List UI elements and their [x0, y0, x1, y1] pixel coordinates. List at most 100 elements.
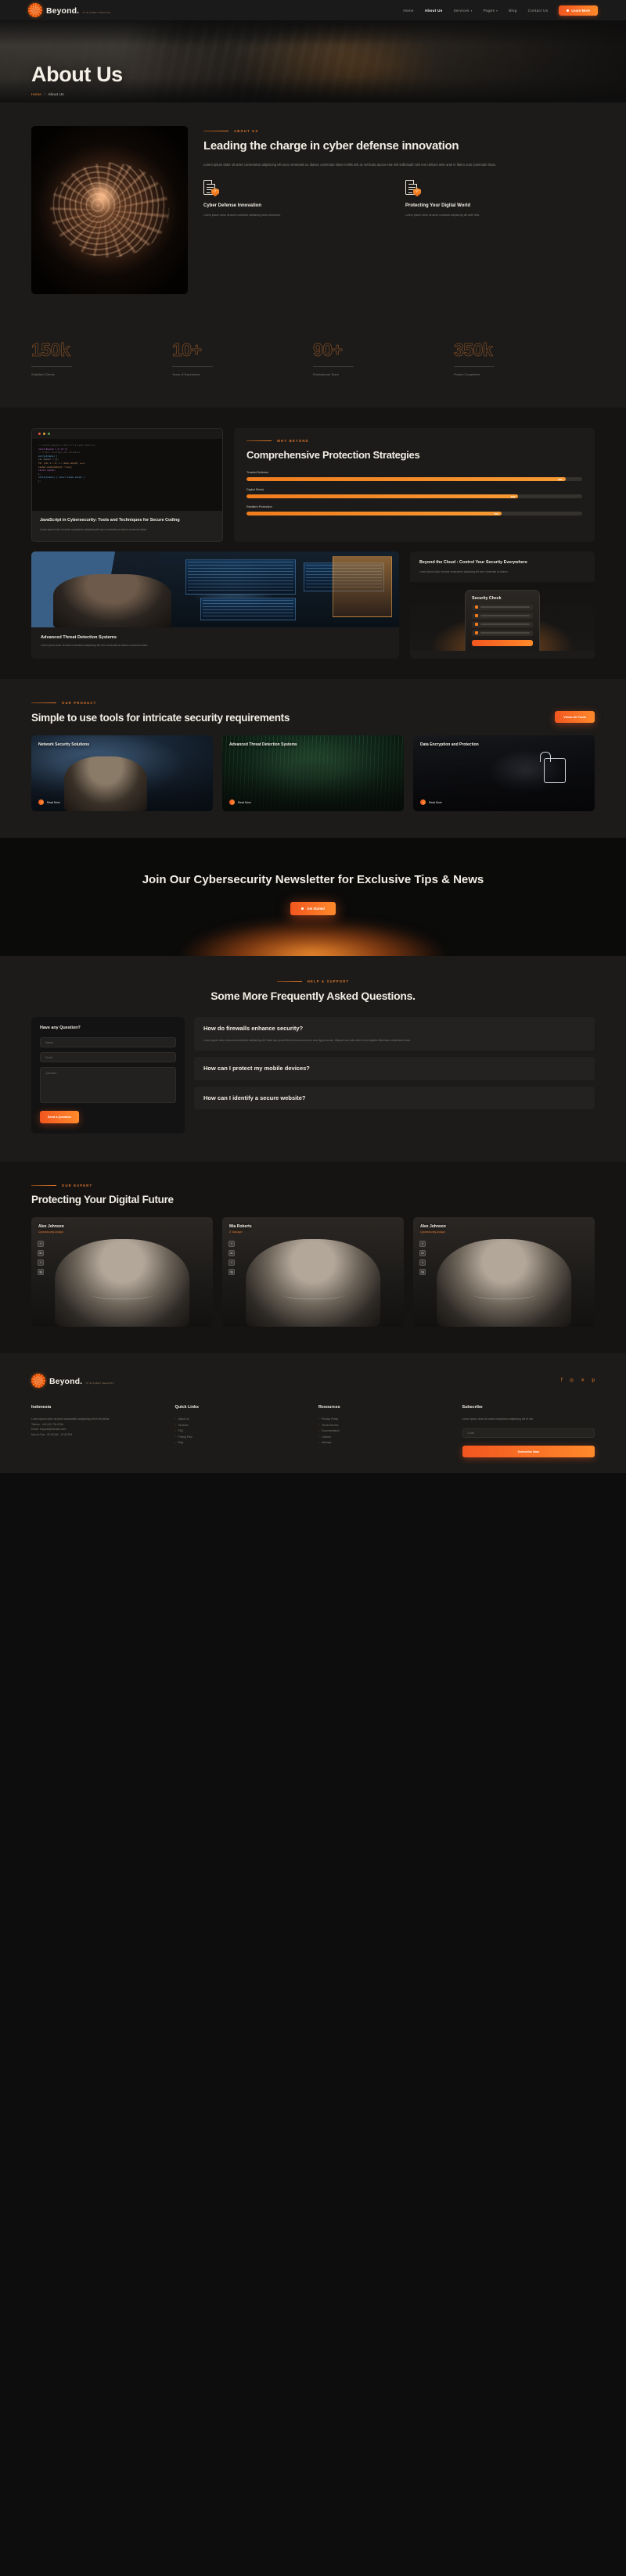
duo-left-title: Advanced Threat Detection Systems [41, 635, 117, 641]
footer-link[interactable]: › Pricing Plan [175, 1435, 308, 1440]
feature-title: Cyber Defense Innovation [203, 203, 262, 209]
team-eyebrow: OUR EXPERT [31, 1184, 595, 1187]
minimize-icon[interactable] [43, 433, 45, 435]
divider [313, 366, 354, 367]
facebook-icon[interactable]: 𝖿 [561, 1378, 563, 1383]
team-member-photo [437, 1238, 571, 1327]
linkedin-icon[interactable]: in [228, 1249, 235, 1256]
footer-resources-heading: Resources [318, 1404, 340, 1410]
newsletter-cta-label: Get Started [307, 906, 325, 911]
product-card-threat-detection[interactable]: Advanced Threat Detection Systems › Read… [222, 735, 404, 812]
facebook-icon[interactable]: f [38, 1240, 44, 1247]
nav-item-blog[interactable]: Blog [509, 9, 516, 13]
footer-link[interactable]: › Sitemap [318, 1440, 452, 1446]
twitter-icon[interactable]: ✕ [581, 1378, 585, 1383]
facebook-icon[interactable]: f [419, 1240, 426, 1247]
duo-right-title: Beyond the Cloud : Control Your Security… [419, 560, 527, 566]
maximize-icon[interactable] [48, 433, 50, 435]
name-field[interactable]: Name [40, 1037, 176, 1048]
dot-icon [301, 907, 304, 910]
close-icon[interactable] [38, 433, 41, 435]
faq-item[interactable]: How can I identify a secure website? [194, 1086, 595, 1110]
footer-quicklinks-heading: Quick Links [174, 1404, 200, 1410]
team-member-name: Alex Johnson [420, 1223, 446, 1229]
instagram-icon[interactable]: ig [38, 1268, 44, 1275]
email-field[interactable]: Email [40, 1052, 176, 1063]
team-member-photo [246, 1238, 380, 1327]
twitter-icon[interactable]: t [228, 1259, 235, 1266]
team-member-name: Mia Roberts [229, 1223, 252, 1229]
footer-link[interactable]: › About Us [175, 1417, 308, 1422]
footer-subscribe-column: Subscribe Lorem ipsum dolor sit amet con… [462, 1405, 595, 1458]
faq-item[interactable]: How can I protect my mobile devices? [194, 1056, 595, 1080]
page-root: Beyond. IT & Cyber Security Home About U… [0, 0, 626, 1474]
nav-item-services[interactable]: Services ▾ [454, 9, 473, 13]
arrow-icon: › [420, 799, 426, 806]
code-card: // Library Beyond + Mitre TT.4 Cyber Sec… [31, 428, 223, 543]
nav-item-home[interactable]: Home [403, 9, 413, 13]
faq-eyebrow-label: HELP & SUPPORT [307, 979, 350, 983]
instagram-icon[interactable]: ig [419, 1268, 426, 1275]
brand-tagline: IT & Cyber Security [82, 11, 111, 14]
faq-item[interactable]: How do firewalls enhance security? Lorem… [194, 1017, 595, 1051]
footer-link[interactable]: › Services [175, 1423, 308, 1428]
newsletter-get-started-button[interactable]: Get Started [290, 901, 336, 915]
linkedin-icon[interactable]: in [419, 1249, 426, 1256]
instagram-icon[interactable]: ◎ [570, 1378, 574, 1383]
footer-link[interactable]: › Blog [175, 1440, 308, 1446]
send-question-button[interactable]: Send a Question [40, 1111, 79, 1124]
learn-more-button[interactable]: Learn More [559, 5, 598, 16]
views-all-tools-button[interactable]: Views All Tools [555, 711, 595, 724]
footer-brand-tagline: IT & Cyber Security [85, 1381, 114, 1385]
code-card-text: Lorem ipsum dolor sit amet consectetur a… [40, 527, 148, 531]
top-navbar: Beyond. IT & Cyber Security Home About U… [0, 0, 626, 20]
eyebrow-line-icon [31, 1185, 56, 1187]
nav-item-pages[interactable]: Pages ▾ [484, 9, 498, 13]
facebook-icon[interactable]: f [228, 1240, 235, 1247]
threat-detection-card[interactable]: Advanced Threat Detection Systems Lorem … [31, 551, 399, 659]
pinterest-icon[interactable]: 𝗉 [592, 1378, 595, 1383]
team-member-card[interactable]: Alex Johnson Cybersecurity Analyst f in … [413, 1216, 595, 1327]
footer-link[interactable]: › Documentation [318, 1428, 452, 1434]
linkedin-icon[interactable]: in [38, 1249, 44, 1256]
subscribe-email-input[interactable]: Email [462, 1428, 595, 1438]
instagram-icon[interactable]: ig [228, 1268, 235, 1275]
phone-mockup: Security Check [410, 581, 595, 651]
team-member-card[interactable]: Alex Johnson Cybersecurity Analyst f in … [31, 1216, 213, 1327]
progress-fill: 76% [246, 512, 502, 516]
footer-link[interactable]: › Careers [318, 1435, 452, 1440]
footer-hours: Mon to Sun : 09.00 AM - 10.00 PM [31, 1432, 73, 1436]
product-card-read-more[interactable]: › Read More [420, 799, 442, 806]
product-title: Simple to use tools for intricate securi… [31, 712, 290, 724]
nav-item-contact-us[interactable]: Contact Us [528, 9, 549, 13]
phone-scan-button[interactable] [472, 639, 533, 646]
feature-title: Protecting Your Digital World [405, 203, 471, 209]
footer-brand[interactable]: Beyond. IT & Cyber Security [31, 1373, 114, 1388]
footer-link[interactable]: › FAQ [175, 1428, 308, 1434]
progress-percent: 81% [510, 494, 516, 498]
product-card-read-more[interactable]: › Read More [38, 799, 60, 806]
brand-name: Beyond. [46, 6, 80, 16]
product-eyebrow-label: OUR PRODUCT [62, 701, 97, 706]
team-member-card[interactable]: Mia Roberts IT Manager f in t ig [222, 1216, 404, 1327]
brand-logo[interactable]: Beyond. IT & Cyber Security [28, 3, 111, 17]
document-shield-icon: ✓ [203, 180, 219, 197]
cloud-control-card[interactable]: Beyond the Cloud : Control Your Security… [410, 551, 595, 659]
nav-item-about-us[interactable]: About Us [425, 9, 443, 13]
subscribe-button[interactable]: Subscribe Now [462, 1446, 595, 1458]
question-field[interactable]: Question [40, 1067, 176, 1104]
divider [454, 366, 495, 367]
footer-link[interactable]: › Terms Service [318, 1423, 452, 1428]
product-card-data-encryption[interactable]: Data Encryption and Protection › Read Mo… [413, 735, 595, 812]
footer-phone[interactable]: Telkom : +62 812 734 6754 [31, 1422, 164, 1428]
twitter-icon[interactable]: t [419, 1259, 426, 1266]
product-card-network-security[interactable]: Network Security Solutions › Read More [31, 735, 213, 812]
footer-link[interactable]: › Privacy Policy [318, 1417, 452, 1422]
twitter-icon[interactable]: t [38, 1259, 44, 1266]
about-title: Leading the charge in cyber defense inno… [203, 139, 459, 153]
breadcrumb-home[interactable]: Home [31, 92, 41, 96]
footer-email[interactable]: Email : beyond@domain.com [31, 1427, 164, 1432]
divider [31, 366, 72, 367]
progress-label: Trusted Defense [246, 471, 268, 475]
product-card-read-more[interactable]: › Read More [229, 799, 251, 806]
